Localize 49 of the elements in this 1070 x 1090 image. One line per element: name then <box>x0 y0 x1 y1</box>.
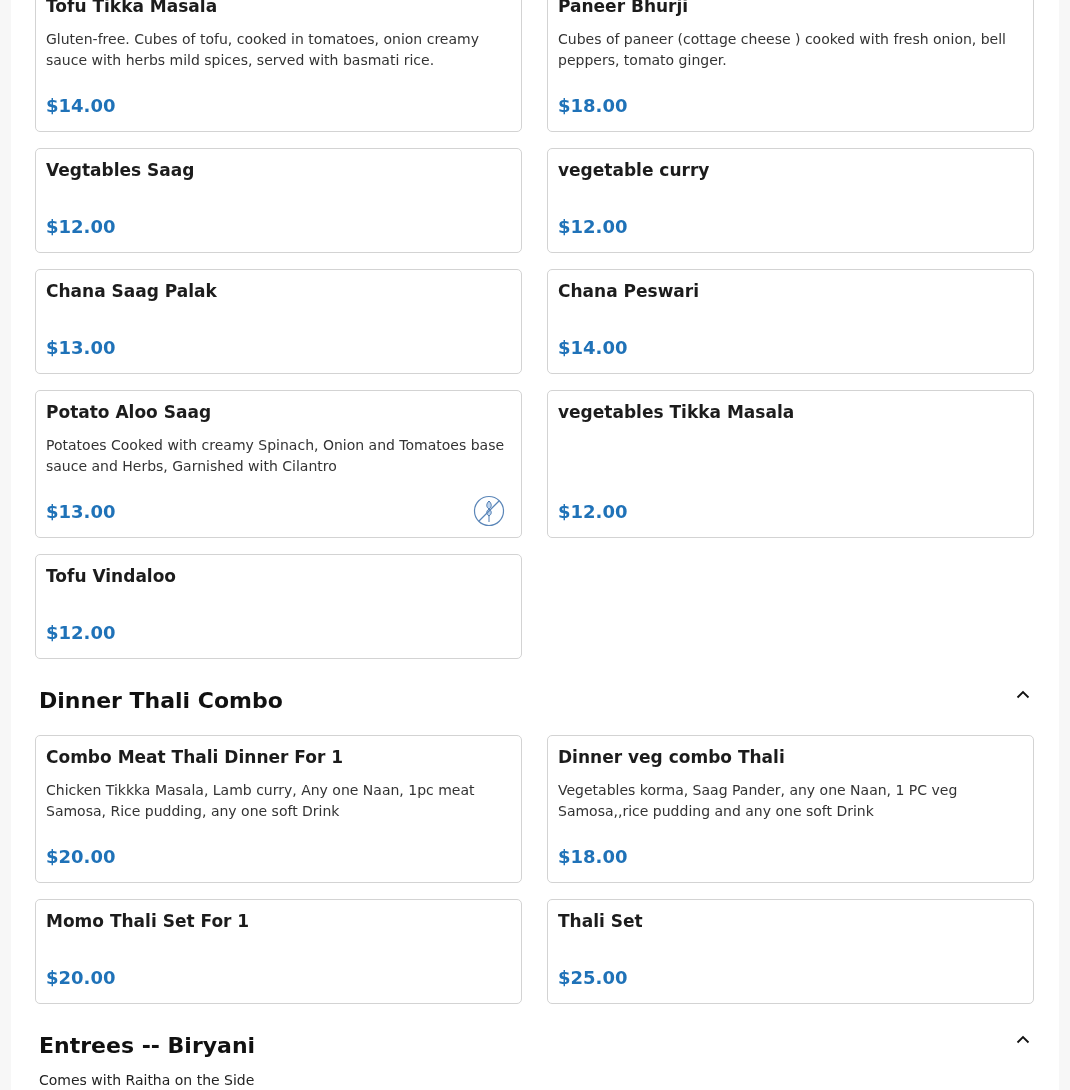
section-heading: Entrees -- Biryani <box>39 1032 256 1060</box>
item-name: Tofu Vindaloo <box>46 565 178 587</box>
item-price: $14.00 <box>46 94 116 118</box>
menu-item-card[interactable]: Paneer Bhurji Cubes of paneer (cottage cheese ) cooked with fresh onion, bell peppers, tomato ginger. $18.00 <box>547 0 1034 132</box>
item-price: $20.00 <box>46 845 116 869</box>
item-name: vegetables Tikka Masala <box>558 401 796 423</box>
item-name: vegetable curry <box>558 159 711 181</box>
section-note: Comes with Raitha on the Side <box>39 1071 256 1089</box>
item-name: Potato Aloo Saag <box>46 401 213 423</box>
item-price: $20.00 <box>46 966 116 990</box>
menu-item-card[interactable]: Dinner veg combo Thali Vegetables korma, Saag Pander, any one Naan, 1 PC veg Samosa,,rice pudding and any one soft Drink $18.00 <box>547 735 1034 883</box>
item-name: Chana Saag Palak <box>46 280 218 302</box>
menu-item-card[interactable]: Tofu Tikka Masala Gluten-free. Cubes of tofu, cooked in tomatoes, onion creamy sauce with herbs mild spices, served with basmati rice. $14.00 <box>35 0 522 132</box>
item-name: Vegtables Saag <box>46 159 196 181</box>
item-price: $25.00 <box>558 966 628 990</box>
chevron-up-icon[interactable] <box>1016 689 1030 699</box>
item-price: $12.00 <box>558 500 628 524</box>
menu-item-card[interactable]: Vegtables Saag $12.00 <box>35 148 522 253</box>
item-description: Vegetables korma, Saag Pander, any one Naan, 1 PC veg Samosa,,rice pudding and any one soft Drink <box>558 781 959 821</box>
menu-item-card[interactable]: Chana Peswari $14.00 <box>547 269 1034 374</box>
menu-item-card[interactable]: Potato Aloo Saag Potatoes Cooked with creamy Spinach, Onion and Tomatoes base sauce and Herbs, Garnished with Cilantro $13.00 <box>35 390 522 538</box>
item-price: $12.00 <box>46 215 116 239</box>
menu-item-card[interactable]: Thali Set $25.00 <box>547 899 1034 1004</box>
item-price: $18.00 <box>558 845 628 869</box>
item-name: Dinner veg combo Thali <box>558 746 786 768</box>
menu-item-card[interactable]: Combo Meat Thali Dinner For 1 Chicken Tikkka Masala, Lamb curry, Any one Naan, 1pc meat Samosa, Rice pudding, any one soft Drink $20.00 <box>35 735 522 883</box>
item-description: Chicken Tikkka Masala, Lamb curry, Any one Naan, 1pc meat Samosa, Rice pudding, any one soft Drink <box>46 781 476 821</box>
item-description: Gluten-free. Cubes of tofu, cooked in tomatoes, onion creamy sauce with herbs mild spices, served with basmati rice. <box>46 30 480 70</box>
item-name: Paneer Bhurji <box>558 0 690 17</box>
menu-item-card[interactable]: Momo Thali Set For 1 $20.00 <box>35 899 522 1004</box>
item-name: Momo Thali Set For 1 <box>46 910 251 932</box>
item-price: $13.00 <box>46 500 116 524</box>
item-price: $18.00 <box>558 94 628 118</box>
menu-item-card[interactable]: vegetables Tikka Masala $12.00 <box>547 390 1034 538</box>
item-price: $12.00 <box>46 621 116 645</box>
chevron-up-icon[interactable] <box>1016 1034 1030 1044</box>
item-name: Thali Set <box>558 910 644 932</box>
item-description: Potatoes Cooked with creamy Spinach, Onion and Tomatoes base sauce and Herbs, Garnished with Cilantro <box>46 436 506 476</box>
menu-item-card[interactable]: Tofu Vindaloo $12.00 <box>35 554 522 659</box>
menu-item-card[interactable]: vegetable curry $12.00 <box>547 148 1034 253</box>
item-description: Cubes of paneer (cottage cheese ) cooked with fresh onion, bell peppers, tomato ginger. <box>558 30 1007 70</box>
item-name: Tofu Tikka Masala <box>46 0 219 17</box>
item-name: Combo Meat Thali Dinner For 1 <box>46 746 345 768</box>
menu-item-card[interactable]: Chana Saag Palak $13.00 <box>35 269 522 374</box>
section-heading: Dinner Thali Combo <box>39 687 283 715</box>
item-price: $14.00 <box>558 336 628 360</box>
item-name: Chana Peswari <box>558 280 701 302</box>
item-price: $12.00 <box>558 215 628 239</box>
item-price: $13.00 <box>46 336 116 360</box>
